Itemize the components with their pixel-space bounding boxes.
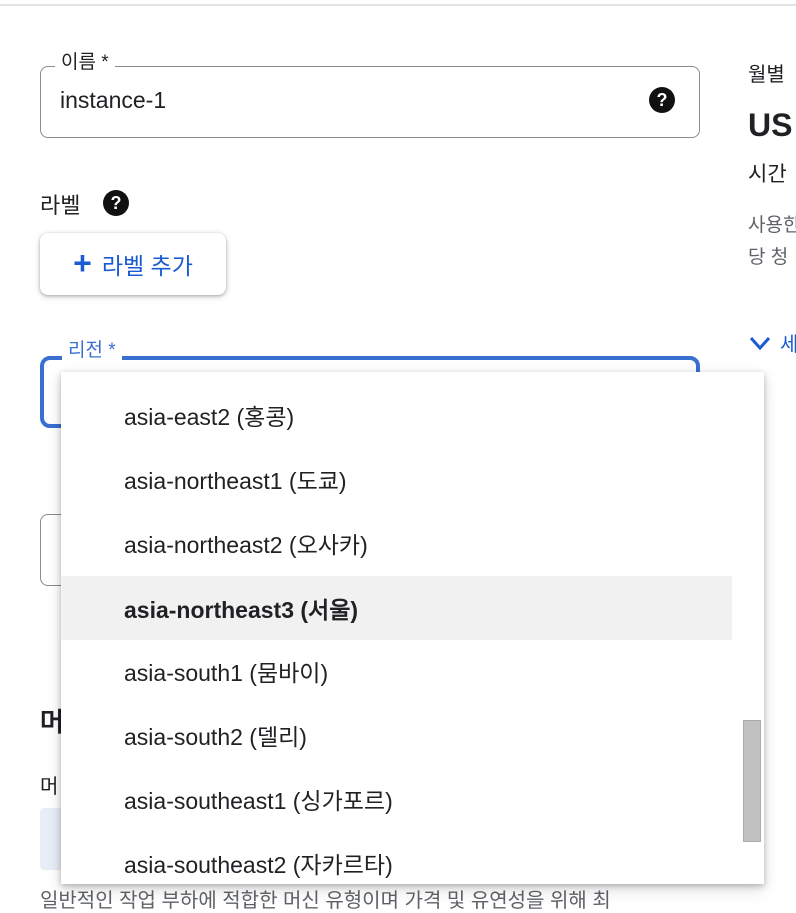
region-option[interactable]: asia-northeast2 (오사카) <box>61 511 732 575</box>
question-circle-icon[interactable]: ? <box>649 87 675 113</box>
details-toggle[interactable]: 세 <box>748 328 796 357</box>
details-toggle-label: 세 <box>780 334 796 356</box>
region-option-label: asia-south1 (뭄바이) <box>124 660 329 686</box>
name-input-value[interactable]: instance-1 <box>60 87 166 114</box>
region-option-selected[interactable]: asia-northeast3 (서울) <box>61 576 732 640</box>
region-option[interactable]: asia-east2 (홍콩) <box>61 383 732 447</box>
region-option[interactable]: asia-south1 (뭄바이) <box>61 639 732 703</box>
usage-note-line: 사용한 <box>748 215 796 236</box>
labels-section-title: 라벨 <box>40 193 81 218</box>
region-field-label: 리전 * <box>62 340 122 362</box>
question-circle-icon[interactable]: ? <box>103 190 129 216</box>
machine-family-label: 머 <box>40 776 59 798</box>
monthly-estimate-label: 월별 <box>748 64 785 86</box>
add-label-button[interactable]: + 라벨 추가 <box>40 233 226 295</box>
plus-icon: + <box>73 244 92 281</box>
name-field-label: 이름 * <box>55 52 115 74</box>
region-option[interactable]: asia-southeast2 (자카르타) <box>61 831 732 884</box>
usage-note-line: 당 청 <box>748 247 789 268</box>
region-option-label: asia-southeast2 (자카르타) <box>124 852 393 878</box>
region-option-label: asia-northeast2 (오사카) <box>124 532 368 558</box>
name-field[interactable]: 이름 * instance-1 ? <box>40 52 700 138</box>
region-option-label: asia-southeast1 (싱가포르) <box>124 788 393 814</box>
price-value: US <box>748 107 793 143</box>
region-option[interactable]: asia-southeast1 (싱가포르) <box>61 767 732 831</box>
region-option-label: asia-northeast1 (도쿄) <box>124 468 347 494</box>
region-option-label: asia-east2 (홍콩) <box>124 404 295 430</box>
hourly-rate-text: 시간 <box>748 163 787 186</box>
region-option[interactable]: asia-south2 (델리) <box>61 703 732 767</box>
chevron-down-icon <box>749 336 771 350</box>
region-dropdown-menu[interactable]: asia-east2 (홍콩) asia-northeast1 (도쿄) asi… <box>61 372 764 884</box>
region-option-label: asia-south2 (델리) <box>124 724 307 750</box>
top-divider <box>0 4 796 6</box>
add-label-button-label: 라벨 추가 <box>101 253 193 279</box>
machine-family-description: 일반적인 작업 부하에 적합한 머신 유형이며 가격 및 유연성을 위해 최 <box>40 890 611 912</box>
region-option-label: asia-northeast3 (서울) <box>124 597 359 623</box>
region-option[interactable]: asia-northeast1 (도쿄) <box>61 447 732 511</box>
scrollbar-thumb[interactable] <box>743 720 761 842</box>
